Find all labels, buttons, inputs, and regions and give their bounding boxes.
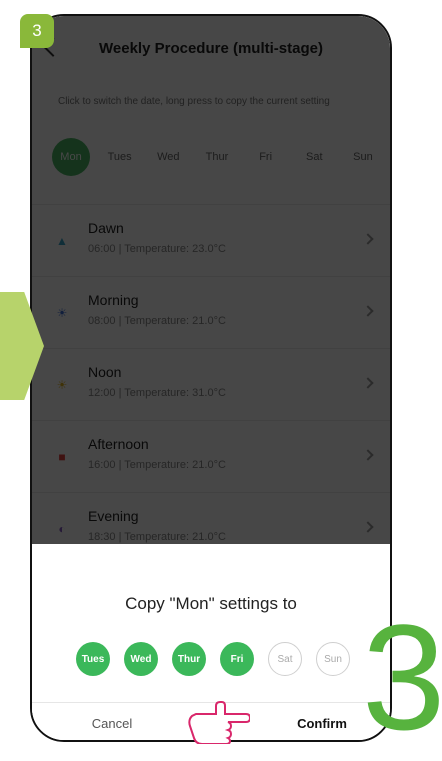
day-sat[interactable]: Sat (295, 138, 333, 176)
cancel-button[interactable]: Cancel (52, 716, 172, 731)
header: Weekly Procedure (multi-stage) (32, 16, 390, 80)
copy-day-sun[interactable]: Sun (316, 642, 350, 676)
day-selector: Mon Tues Wed Thur Fri Sat Sun (52, 138, 382, 176)
day-fri[interactable]: Fri (247, 138, 285, 176)
day-sun[interactable]: Sun (344, 138, 382, 176)
period-detail: 18:30 | Temperature: 21.0°C (88, 531, 226, 543)
period-name: Morning (88, 292, 139, 308)
page-title: Weekly Procedure (multi-stage) (99, 39, 323, 57)
period-name: Afternoon (88, 436, 149, 452)
afternoon-icon: ■ (58, 450, 66, 464)
chevron-right-icon (362, 521, 374, 533)
hint-text: Click to switch the date, long press to … (58, 96, 330, 107)
copy-day-wed[interactable]: Wed (124, 642, 158, 676)
period-name: Noon (88, 364, 122, 380)
chevron-right-icon (362, 305, 374, 317)
hand-pointer-icon (188, 701, 250, 744)
evening-icon: ◐ (58, 522, 66, 536)
copy-day-tues[interactable]: Tues (76, 642, 110, 676)
period-row-morning[interactable]: ☀ Morning 08:00 | Temperature: 21.0°C (32, 276, 390, 348)
dawn-icon: ▲ (56, 234, 68, 248)
period-name: Dawn (88, 220, 124, 236)
period-name: Evening (88, 508, 139, 524)
day-thur[interactable]: Thur (198, 138, 236, 176)
day-mon[interactable]: Mon (52, 138, 90, 176)
day-wed[interactable]: Wed (149, 138, 187, 176)
chevron-right-icon (362, 233, 374, 245)
chevron-right-icon (362, 377, 374, 389)
noon-icon: ☀ (56, 378, 68, 392)
copy-day-thur[interactable]: Thur (172, 642, 206, 676)
copy-day-options: Tues Wed Thur Fri Sat Sun (76, 642, 350, 676)
period-row-dawn[interactable]: ▲ Dawn 06:00 | Temperature: 23.0°C (32, 204, 390, 276)
period-row-afternoon[interactable]: ■ Afternoon 16:00 | Temperature: 21.0°C (32, 420, 390, 492)
day-tues[interactable]: Tues (101, 138, 139, 176)
period-row-noon[interactable]: ☀ Noon 12:00 | Temperature: 31.0°C (32, 348, 390, 420)
sheet-title: Copy "Mon" settings to (125, 594, 297, 613)
period-detail: 12:00 | Temperature: 31.0°C (88, 387, 226, 399)
period-detail: 16:00 | Temperature: 21.0°C (88, 459, 226, 471)
copy-day-sat[interactable]: Sat (268, 642, 302, 676)
morning-icon: ☀ (56, 306, 68, 320)
chevron-right-icon (362, 449, 374, 461)
instruction-figure: 3 Weekly Procedure (multi-stage) Click t… (0, 0, 442, 761)
phone-frame: Weekly Procedure (multi-stage) Click to … (30, 14, 392, 742)
period-detail: 06:00 | Temperature: 23.0°C (88, 243, 226, 255)
app-screen: Weekly Procedure (multi-stage) Click to … (32, 16, 390, 740)
step-badge: 3 (20, 14, 54, 48)
step-number: 3 (362, 593, 442, 761)
period-detail: 08:00 | Temperature: 21.0°C (88, 315, 226, 327)
copy-day-fri[interactable]: Fri (220, 642, 254, 676)
